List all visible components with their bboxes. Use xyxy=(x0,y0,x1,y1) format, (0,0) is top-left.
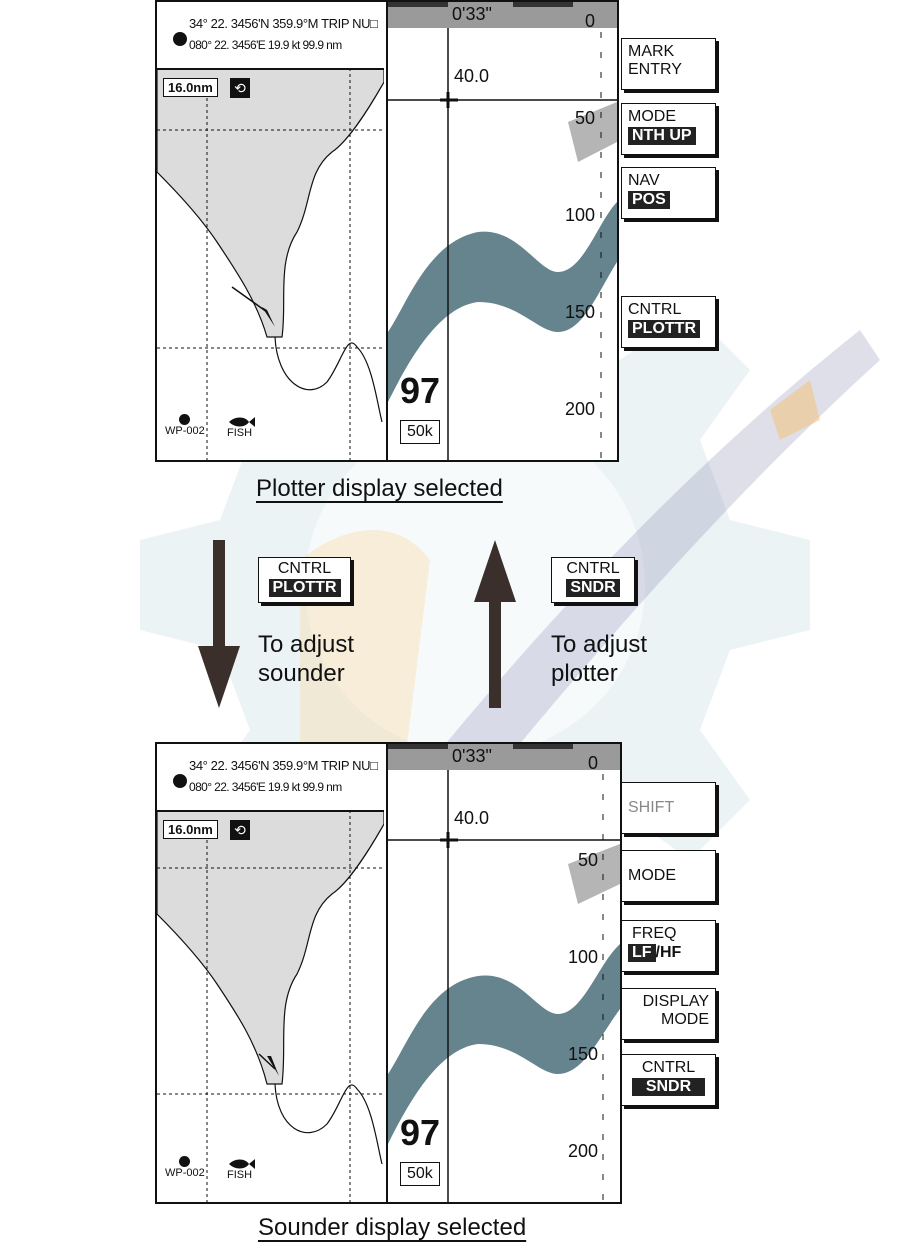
freq-button[interactable]: FREQ LF/HF xyxy=(621,920,716,972)
depth-scale-50: 50 xyxy=(577,850,598,870)
waypoint-dot-icon xyxy=(179,414,190,425)
plotter-caption: Plotter display selected xyxy=(256,475,503,502)
waypoint-label: WP-002 xyxy=(165,1167,205,1179)
latitude-line: 34° 22. 3456'N 359.9°M TRIP NU□ xyxy=(189,16,378,31)
sounder-area: 0'33" 40.0 0 50 100 150 200 97 50k xyxy=(386,2,617,460)
vrm-readout: 40.0 xyxy=(454,66,490,86)
arrow-down-icon xyxy=(198,540,240,708)
mark-entry-button[interactable]: MARK ENTRY xyxy=(621,38,716,90)
nav-button[interactable]: NAV POS xyxy=(621,167,716,219)
sounder-caption: Sounder display selected xyxy=(258,1214,527,1241)
cntrl-sndr-key: CNTRL SNDR xyxy=(551,557,635,603)
frequency-indicator: 50k xyxy=(400,420,440,444)
depth-readout: 97 xyxy=(400,370,441,411)
position-header: 34° 22. 3456'N 359.9°M TRIP NU□ 080° 22.… xyxy=(157,2,384,70)
waypoint-label: WP-002 xyxy=(165,425,205,437)
depth-scale-0: 0 xyxy=(584,11,595,31)
plotter-area: 34° 22. 3456'N 359.9°M TRIP NU□ 080° 22.… xyxy=(157,744,384,1202)
cntrl-sndr-button[interactable]: CNTRL SNDR xyxy=(621,1054,716,1106)
mode-button[interactable]: MODE NTH UP xyxy=(621,103,716,155)
depth-scale-150: 150 xyxy=(564,302,595,322)
rotate-icon: ⟲ xyxy=(230,78,250,98)
fish-label: FISH xyxy=(227,427,253,439)
time-readout: 0'33" xyxy=(452,4,492,24)
latitude-line: 34° 22. 3456'N 359.9°M TRIP NU□ xyxy=(189,758,378,773)
adjust-sounder-text: To adjust sounder xyxy=(258,631,355,687)
longitude-line: 080° 22. 3456'E 19.9 kt 99.9 nm xyxy=(189,38,342,52)
depth-scale-200: 200 xyxy=(564,399,595,419)
adjust-plotter-text: To adjust plotter xyxy=(551,631,648,687)
vrm-readout: 40.0 xyxy=(454,808,490,828)
depth-scale-0: 0 xyxy=(587,753,598,773)
longitude-line: 080° 22. 3456'E 19.9 kt 99.9 nm xyxy=(189,780,342,794)
plotter-area: 34° 22. 3456'N 359.9°M TRIP NU□ 080° 22.… xyxy=(157,2,384,460)
time-readout: 0'33" xyxy=(452,746,492,766)
range-indicator: 16.0nm xyxy=(163,78,218,97)
mode-button[interactable]: MODE xyxy=(621,850,716,902)
shift-button[interactable]: SHIFT xyxy=(621,782,716,834)
position-dot-icon xyxy=(173,32,187,46)
plotter-display-panel: 34° 22. 3456'N 359.9°M TRIP NU□ 080° 22.… xyxy=(155,0,619,462)
cntrl-plottr-button[interactable]: CNTRL PLOTTR xyxy=(621,296,716,348)
depth-scale-200: 200 xyxy=(567,1141,598,1161)
fish-label: FISH xyxy=(227,1169,253,1181)
fish-icon xyxy=(229,1159,255,1169)
depth-scale-100: 100 xyxy=(564,205,595,225)
depth-scale-50: 50 xyxy=(574,108,595,128)
position-header: 34° 22. 3456'N 359.9°M TRIP NU□ 080° 22.… xyxy=(157,744,384,812)
frequency-indicator: 50k xyxy=(400,1162,440,1186)
depth-scale-100: 100 xyxy=(567,947,598,967)
depth-readout: 97 xyxy=(400,1112,441,1153)
depth-scale-150: 150 xyxy=(567,1044,598,1064)
sounder-area: 0'33" 40.0 0 50 100 150 200 97 50k xyxy=(386,744,620,1202)
rotate-icon: ⟲ xyxy=(230,820,250,840)
display-mode-button[interactable]: DISPLAY MODE xyxy=(621,988,716,1040)
fish-icon xyxy=(229,417,255,427)
cntrl-plottr-key: CNTRL PLOTTR xyxy=(258,557,351,603)
sounder-display-panel: 34° 22. 3456'N 359.9°M TRIP NU□ 080° 22.… xyxy=(155,742,622,1204)
arrow-up-icon xyxy=(474,540,516,708)
range-indicator: 16.0nm xyxy=(163,820,218,839)
waypoint-dot-icon xyxy=(179,1156,190,1167)
position-dot-icon xyxy=(173,774,187,788)
